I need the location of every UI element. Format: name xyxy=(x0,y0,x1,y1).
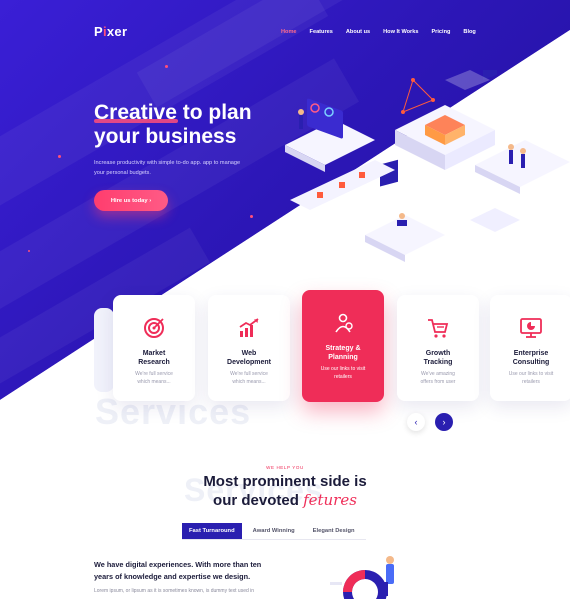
feature-lead-line1: We have digital experiences. With more t… xyxy=(94,560,262,569)
service-card-web-development[interactable]: Web Development We're full service which m… xyxy=(208,295,290,401)
nav-blog[interactable]: Blog xyxy=(463,29,475,35)
nav-features[interactable]: Features xyxy=(310,29,333,35)
arrow-right-icon: › xyxy=(149,197,152,204)
logo-prefix: P xyxy=(94,24,103,39)
hero-headline: Creative to plan your business xyxy=(94,101,314,149)
section-title: Most prominent side is our devoted fetur… xyxy=(0,473,570,510)
section-eyebrow: WE HELP YOU xyxy=(266,465,304,470)
logo-suffix: xer xyxy=(106,24,128,39)
service-card-title: Web Development xyxy=(227,350,271,366)
monitor-chart-icon xyxy=(520,318,542,338)
service-card-market-research[interactable]: Market Research We're full service which m… xyxy=(113,295,195,401)
cart-icon xyxy=(428,319,449,338)
service-card-title: Market Research xyxy=(138,350,170,366)
service-card-title: Enterprise Consulting xyxy=(512,350,550,366)
hero-subtext: Increase productivity with simple to-do … xyxy=(94,158,274,178)
tab-fast-turnaround[interactable]: Fast Turnaround xyxy=(182,523,242,539)
feature-lead-line2: years of knowledge and expertise we desi… xyxy=(94,572,251,581)
hero-subtext-line1: Increase productivity with simple to-do … xyxy=(94,160,241,166)
service-card-enterprise-consulting[interactable]: Enterprise Consulting Use our links to vi… xyxy=(490,295,570,401)
decor-dot xyxy=(165,65,168,68)
service-card-desc: We're full service which means... xyxy=(135,371,173,385)
tab-award-winning[interactable]: Award Winning xyxy=(246,523,302,539)
section-title-line1: Most prominent side is xyxy=(203,473,367,490)
isometric-illustration xyxy=(285,70,570,262)
chart-growth-icon xyxy=(239,318,259,337)
strategy-person-icon xyxy=(335,313,353,333)
carousel-prev-button[interactable]: ‹ xyxy=(407,413,425,431)
hero-subtext-line2: your personal budgets. xyxy=(94,170,151,176)
service-card-desc: Use our links to visit retailers xyxy=(320,366,366,380)
service-card-desc: We've amazing offers from user xyxy=(420,371,456,385)
card-stack-shadow xyxy=(94,308,114,392)
decor-dot xyxy=(58,155,61,158)
main-nav: Home Features About us How It Works Pric… xyxy=(281,29,489,35)
service-card-desc: Use our links to visit retailers xyxy=(508,371,554,385)
section-title-line2: our devoted xyxy=(213,492,299,509)
service-card-strategy-planning[interactable]: Strategy & Planning Use our links to visi… xyxy=(302,290,384,402)
features-illustration xyxy=(330,556,394,599)
service-card-growth-tracking[interactable]: Growth Tracking We've amazing offers from … xyxy=(397,295,479,401)
nav-home[interactable]: Home xyxy=(281,29,297,35)
tab-elegant-design[interactable]: Elegant Design xyxy=(306,523,362,539)
nav-pricing[interactable]: Pricing xyxy=(431,29,450,35)
nav-how-it-works[interactable]: How It Works xyxy=(383,29,418,35)
service-card-desc: We're full service which means... xyxy=(230,371,268,385)
service-card-title: Strategy & Planning xyxy=(325,345,361,361)
chevron-right-icon: › xyxy=(442,417,446,427)
feature-tabs: Fast Turnaround Award Winning Elegant De… xyxy=(182,523,366,540)
hero-headline-line2: your business xyxy=(94,125,237,148)
hire-us-label: Hire us today xyxy=(110,197,148,204)
carousel-next-button[interactable]: › xyxy=(435,413,453,431)
chevron-left-icon: ‹ xyxy=(414,417,418,427)
service-card-title: Growth Tracking xyxy=(423,350,453,366)
logo[interactable]: Pixer xyxy=(94,24,127,39)
decor-dot xyxy=(250,215,253,218)
section-title-script: fetures xyxy=(303,491,357,509)
feature-body: Lorem ipsum, or lipsum as it is sometime… xyxy=(94,588,255,594)
feature-lead: We have digital experiences. With more t… xyxy=(94,559,284,583)
hero-headline-line1: Creative to plan xyxy=(94,101,252,124)
nav-about[interactable]: About us xyxy=(346,29,370,35)
target-icon xyxy=(144,318,164,338)
decor-dot xyxy=(28,250,30,252)
hire-us-button[interactable]: Hire us today › xyxy=(94,190,168,211)
